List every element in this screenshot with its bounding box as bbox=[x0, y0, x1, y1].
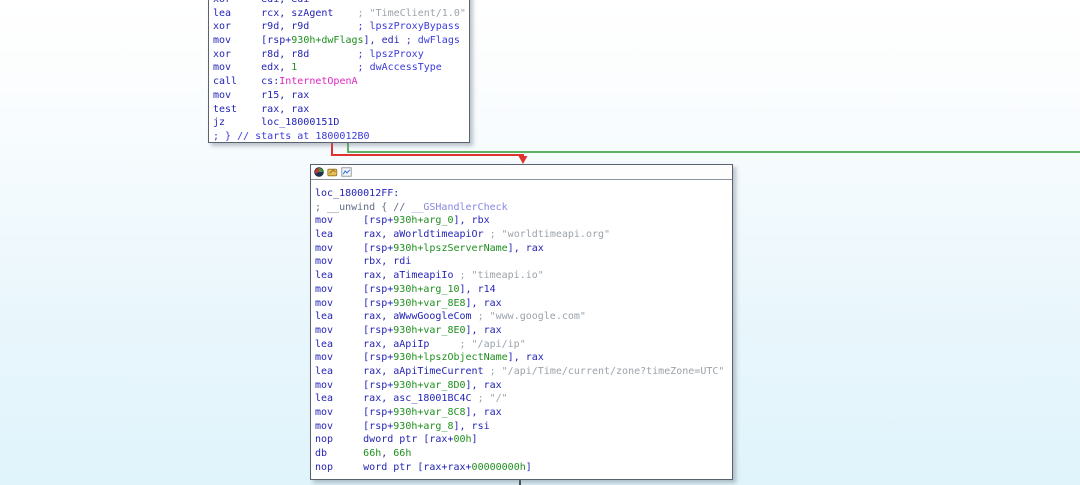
asm-line[interactable]: mov [rsp+930h+arg_8], rsi bbox=[315, 420, 732, 434]
asm-code: xor edi, edilea rcx, szAgent ; "TimeClie… bbox=[213, 0, 469, 143]
edit-hand-icon bbox=[327, 167, 338, 177]
asm-line[interactable]: xor r8d, r8d ; lpszProxy bbox=[213, 48, 469, 62]
chart-icon bbox=[341, 167, 352, 177]
asm-line[interactable]: mov [rsp+930h+arg_0], rbx bbox=[315, 214, 732, 228]
asm-line[interactable]: mov [rsp+930h+var_8C8], rax bbox=[315, 406, 732, 420]
asm-code: loc_1800012FF:; __unwind { // __GSHandle… bbox=[311, 180, 732, 474]
asm-line[interactable]: ; __unwind { // __GSHandlerCheck bbox=[315, 201, 732, 215]
edge-jump-taken-green bbox=[348, 142, 1080, 152]
block-titlebar[interactable] bbox=[311, 165, 732, 180]
asm-line[interactable]: lea rax, aApiTimeCurrent ; "/api/Time/cu… bbox=[315, 365, 732, 379]
asm-line[interactable]: nop word ptr [rax+rax+00000000h] bbox=[315, 461, 732, 475]
asm-line[interactable]: lea rcx, szAgent ; "TimeClient/1.0" bbox=[213, 7, 469, 21]
asm-line[interactable]: jz loc_18000151D bbox=[213, 116, 469, 130]
asm-line[interactable]: nop dword ptr [rax+00h] bbox=[315, 433, 732, 447]
asm-line[interactable]: lea rax, asc_18001BC4C ; "/" bbox=[315, 392, 732, 406]
asm-line[interactable]: mov [rsp+930h+lpszServerName], rax bbox=[315, 242, 732, 256]
basic-block-loc-1800012FF[interactable]: loc_1800012FF:; __unwind { // __GSHandle… bbox=[310, 164, 733, 480]
asm-line[interactable]: lea rax, aWwwGoogleCom ; "www.google.com… bbox=[315, 310, 732, 324]
asm-line[interactable]: test rax, rax bbox=[213, 103, 469, 117]
asm-line[interactable]: mov [rsp+930h+var_8E8], rax bbox=[315, 297, 732, 311]
asm-line[interactable]: mov [rsp+930h+var_8D0], rax bbox=[315, 379, 732, 393]
basic-block-1800012B0-tail[interactable]: xor edi, edilea rcx, szAgent ; "TimeClie… bbox=[208, 0, 470, 143]
asm-line[interactable]: mov [rsp+930h+var_8E0], rax bbox=[315, 324, 732, 338]
asm-line[interactable]: loc_1800012FF: bbox=[315, 187, 732, 201]
asm-line[interactable]: mov r15, rax bbox=[213, 89, 469, 103]
asm-line[interactable]: mov [rsp+930h+dwFlags], edi ; dwFlags bbox=[213, 34, 469, 48]
edge-fallthrough-red bbox=[332, 142, 523, 157]
asm-line[interactable]: lea rax, aTimeapiIo ; "timeapi.io" bbox=[315, 269, 732, 283]
asm-line[interactable]: mov rbx, rdi bbox=[315, 255, 732, 269]
asm-line[interactable]: xor edi, edi bbox=[213, 0, 469, 7]
asm-line[interactable]: mov [rsp+930h+arg_10], r14 bbox=[315, 283, 732, 297]
asm-line[interactable]: ; } // starts at 1800012B0 bbox=[213, 130, 469, 143]
asm-line[interactable]: mov [rsp+930h+lpszObjectName], rax bbox=[315, 351, 732, 365]
asm-line[interactable]: db 66h, 66h bbox=[315, 447, 732, 461]
pie-color-icon bbox=[314, 167, 324, 177]
asm-line[interactable]: call cs:InternetOpenA bbox=[213, 75, 469, 89]
edge-fallthrough-arrowhead bbox=[519, 156, 528, 164]
graph-canvas[interactable]: xor edi, edilea rcx, szAgent ; "TimeClie… bbox=[0, 0, 1080, 485]
asm-line[interactable]: lea rax, aApiIp ; "/api/ip" bbox=[315, 338, 732, 352]
asm-line[interactable]: xor r9d, r9d ; lpszProxyBypass bbox=[213, 20, 469, 34]
asm-line[interactable]: mov edx, 1 ; dwAccessType bbox=[213, 61, 469, 75]
asm-line[interactable]: lea rax, aWorldtimeapiOr ; "worldtimeapi… bbox=[315, 228, 732, 242]
